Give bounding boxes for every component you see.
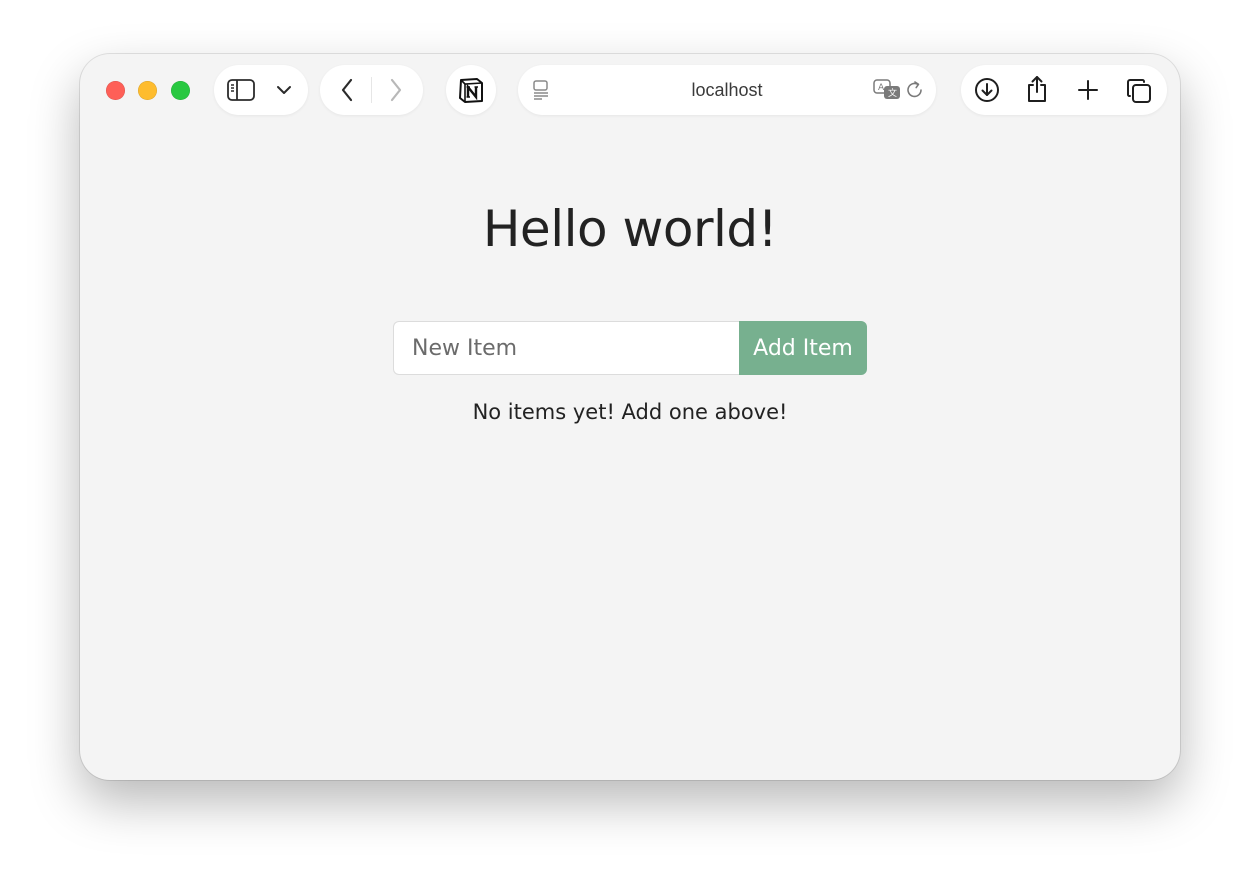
chevron-right-icon[interactable] (383, 77, 409, 103)
navigation-controls (320, 65, 423, 115)
add-item-form: Add Item (393, 321, 867, 375)
sidebar-icon[interactable] (227, 77, 255, 103)
page-title: Hello world! (482, 200, 778, 258)
sidebar-controls (214, 65, 308, 115)
screen: localhost A 文 Hello world! New Item Add … (0, 0, 1260, 885)
browser-window: localhost A 文 Hello world! New Item Add … (80, 54, 1180, 780)
extension-button[interactable] (446, 65, 496, 115)
download-icon[interactable] (973, 76, 1001, 104)
notion-icon (457, 76, 485, 104)
svg-text:文: 文 (888, 87, 897, 99)
add-item-button[interactable]: Add Item (739, 321, 867, 375)
new-item-input[interactable] (393, 321, 739, 375)
chevron-left-icon[interactable] (334, 77, 360, 103)
nav-divider (371, 77, 372, 103)
svg-text:A: A (878, 83, 885, 93)
zoom-window-button[interactable] (171, 81, 190, 100)
reload-icon[interactable] (904, 79, 926, 101)
plus-icon[interactable] (1075, 77, 1101, 103)
empty-state-message: No items yet! Add one above! (472, 400, 788, 424)
chevron-down-icon[interactable] (274, 80, 294, 100)
close-window-button[interactable] (106, 81, 125, 100)
toolbar-actions (961, 65, 1167, 115)
translate-icon[interactable]: A 文 (872, 78, 902, 102)
tab-overview-icon[interactable] (1125, 77, 1153, 105)
share-icon[interactable] (1023, 74, 1051, 104)
minimize-window-button[interactable] (138, 81, 157, 100)
address-bar[interactable]: localhost A 文 (518, 65, 936, 115)
